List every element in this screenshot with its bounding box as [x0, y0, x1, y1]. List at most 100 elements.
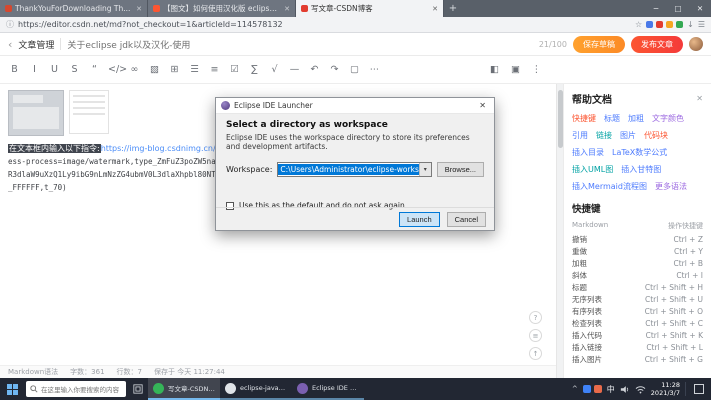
extension-icon[interactable] [656, 21, 663, 28]
browse-button[interactable]: Browse... [437, 162, 484, 177]
format-icon[interactable]: I [28, 64, 41, 75]
help-topic-link[interactable]: 代码块 [644, 130, 668, 141]
help-topic-link[interactable]: 标题 [604, 113, 620, 124]
editor-fab-icon[interactable]: ≡ [529, 329, 542, 342]
download-icon[interactable]: ↓ [687, 20, 694, 29]
editor-fab-icon[interactable]: ↑ [529, 347, 542, 360]
task-view-icon [133, 384, 143, 394]
format-icon[interactable]: ⊞ [168, 64, 181, 75]
format-icon[interactable]: ∑ [248, 64, 261, 75]
shortcut-name: 无序列表 [572, 294, 602, 305]
format-icon[interactable]: ∞ [128, 64, 141, 75]
user-avatar[interactable] [689, 37, 703, 51]
extension-icon[interactable] [676, 21, 683, 28]
help-topic-link[interactable]: 插入UML图 [572, 164, 613, 175]
tab-close-icon[interactable]: ✕ [432, 5, 438, 13]
tray-clock[interactable]: 11:28 2021/3/7 [651, 381, 680, 397]
new-tab-button[interactable]: + [444, 0, 462, 17]
extension-icon[interactable] [646, 21, 653, 28]
browser-tab[interactable]: ThankYouForDownloading Th... ✕ [0, 0, 148, 17]
help-topic-link[interactable]: 链接 [596, 130, 612, 141]
url-field[interactable]: https://editor.csdn.net/md?not_checkout=… [18, 20, 631, 29]
help-topic-link[interactable]: LaTeX数学公式 [612, 147, 667, 158]
help-topic-link[interactable]: 插入目录 [572, 147, 604, 158]
view-icon[interactable]: ◧ [488, 64, 501, 75]
tab-favicon-icon [5, 5, 12, 12]
format-icon[interactable]: ↷ [328, 64, 341, 75]
format-icon[interactable]: √ [268, 64, 281, 75]
view-icon[interactable]: ▣ [509, 64, 522, 75]
help-topic-link[interactable]: 加粗 [628, 113, 644, 124]
taskbar-search-box[interactable]: 在这里输入你要搜索的内容 [26, 381, 126, 397]
help-topic-link[interactable]: 文字颜色 [652, 113, 684, 124]
shortcut-name: 插入链接 [572, 342, 602, 353]
format-icon[interactable]: ≡ [208, 64, 221, 75]
window-control-button[interactable]: □ [667, 0, 689, 17]
format-icon[interactable]: “ [88, 64, 101, 75]
dialog-close-icon[interactable]: ✕ [476, 101, 489, 110]
dialog-titlebar[interactable]: Eclipse IDE Launcher ✕ [216, 98, 494, 114]
window-control-button[interactable]: ✕ [689, 0, 711, 17]
workspace-combobox[interactable]: C:\Users\Administrator\eclipse-workspace… [277, 162, 431, 177]
start-button[interactable] [0, 378, 24, 400]
taskbar-app-button[interactable]: Eclipse IDE Launcher [292, 378, 364, 400]
task-view-button[interactable] [128, 378, 148, 400]
selected-text: 在文本框内输入以下指令: [8, 144, 101, 153]
format-icon[interactable]: S [68, 64, 81, 75]
format-icon[interactable]: ↶ [308, 64, 321, 75]
taskbar-app-button[interactable]: eclipse-java-2020-12 [220, 378, 292, 400]
action-center-icon[interactable] [694, 384, 704, 394]
format-icon[interactable]: ☑ [228, 64, 241, 75]
tray-app-icon[interactable] [594, 385, 602, 393]
format-icon[interactable]: ▢ [348, 64, 361, 75]
format-icon[interactable]: U [48, 64, 61, 75]
extension-icon[interactable] [666, 21, 673, 28]
article-title-input[interactable]: 关于eclipse jdk以及汉化-使用 [67, 38, 532, 51]
format-icon[interactable]: ☰ [188, 64, 201, 75]
help-topic-link[interactable]: 更多语法 [655, 181, 687, 192]
format-icon[interactable]: B [8, 64, 21, 75]
editor-statusbar: Markdown语法 字数：361 行数：7 保存于 今天 11:27:44 [0, 365, 556, 378]
volume-icon[interactable] [620, 385, 630, 394]
combobox-dropdown-icon[interactable]: ▾ [419, 163, 431, 176]
launch-button[interactable]: Launch [399, 212, 440, 227]
bookmark-star-icon[interactable]: ☆ [635, 20, 642, 29]
screenshot-image[interactable] [8, 90, 64, 136]
taskbar-app-button[interactable]: 写文章-CSDN博客 [148, 378, 220, 400]
browser-tab[interactable]: 【图文】如何使用汉化版 eclipse - CSDN博客 ✕ [148, 0, 296, 17]
dialog-heading: Select a directory as workspace [226, 120, 484, 130]
view-icon[interactable]: ⋮ [530, 64, 543, 75]
tab-close-icon[interactable]: ✕ [284, 5, 290, 13]
help-topic-link[interactable]: 图片 [620, 130, 636, 141]
help-topic-link[interactable]: 引用 [572, 130, 588, 141]
site-info-icon[interactable]: ⓘ [6, 19, 14, 30]
publish-button[interactable]: 发布文章 [631, 36, 683, 53]
format-icon[interactable]: — [288, 64, 301, 75]
format-icon[interactable]: ▧ [148, 64, 161, 75]
input-method-indicator[interactable]: 中 [607, 384, 615, 395]
tab-close-icon[interactable]: ✕ [136, 5, 142, 13]
dialog-separator [216, 207, 494, 208]
window-control-button[interactable]: ─ [645, 0, 667, 17]
help-close-icon[interactable]: ✕ [696, 94, 703, 103]
format-icon[interactable]: ⋯ [368, 64, 381, 75]
eclipse-logo-icon [221, 101, 230, 110]
help-topic-link[interactable]: 插入甘特图 [621, 164, 661, 175]
tray-app-icon[interactable] [583, 385, 591, 393]
window-controls: ─ □ ✕ [645, 0, 711, 17]
default-checkbox[interactable] [226, 202, 234, 210]
browser-tab[interactable]: 写文章-CSDN博客 ✕ [296, 0, 444, 17]
save-draft-button[interactable]: 保存草稿 [573, 36, 625, 53]
article-manage-link[interactable]: 文章管理 [18, 38, 54, 51]
format-icon[interactable]: </> [108, 64, 121, 75]
network-icon[interactable] [635, 385, 646, 394]
editor-fab-icon[interactable]: ? [529, 311, 542, 324]
back-chevron-icon[interactable]: ‹ [8, 38, 12, 51]
browser-menu-icon[interactable]: ☰ [698, 20, 705, 29]
editor-scrollbar[interactable] [556, 84, 563, 378]
help-topic-link[interactable]: 快捷键 [572, 113, 596, 124]
cancel-button[interactable]: Cancel [447, 212, 486, 227]
help-topic-link[interactable]: 插入Mermaid流程图 [572, 181, 647, 192]
page-image[interactable] [69, 90, 109, 134]
tray-expand-icon[interactable]: ^ [572, 385, 578, 393]
